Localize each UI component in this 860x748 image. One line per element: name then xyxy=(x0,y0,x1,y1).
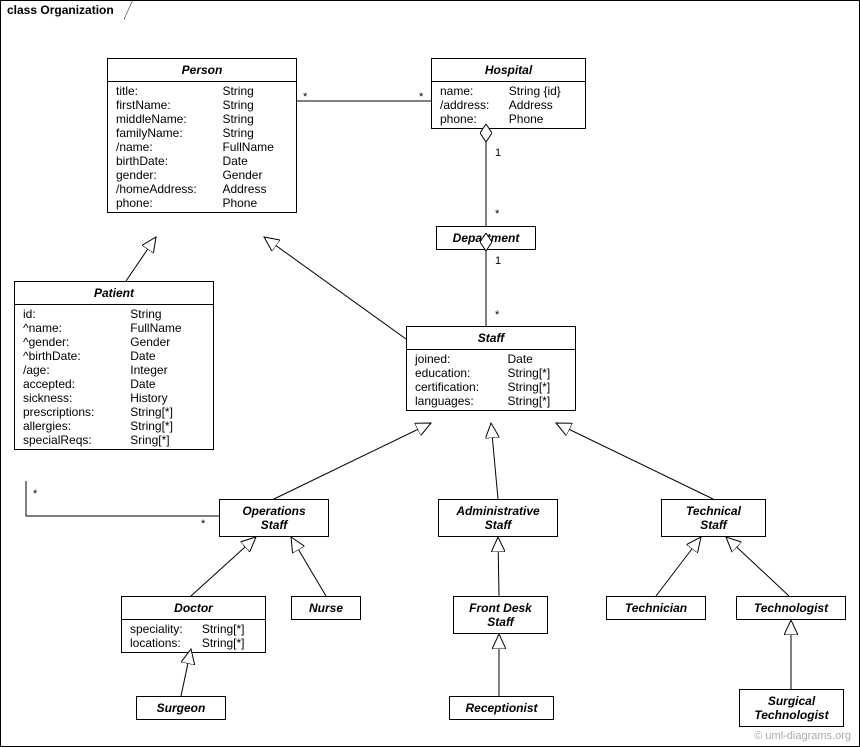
class-receptionist: Receptionist xyxy=(449,696,554,720)
class-title: Operations Staff xyxy=(220,500,328,536)
class-admin-staff: Administrative Staff xyxy=(438,499,558,537)
class-title: Front Desk Staff xyxy=(454,597,547,633)
class-department: Department xyxy=(436,226,536,250)
class-title: Receptionist xyxy=(450,697,553,719)
class-surgeon: Surgeon xyxy=(136,696,226,720)
class-title: Surgeon xyxy=(137,697,225,719)
class-attrs: title:StringfirstName:StringmiddleName:S… xyxy=(108,82,296,212)
class-technologist: Technologist xyxy=(736,596,846,620)
class-title: Nurse xyxy=(292,597,360,619)
class-title: Hospital xyxy=(432,59,585,82)
class-title: Surgical Technologist xyxy=(740,690,843,726)
mult: 1 xyxy=(495,255,501,267)
mult: 1 xyxy=(495,147,501,159)
class-title: Department xyxy=(437,227,535,249)
class-title: Technologist xyxy=(737,597,845,619)
diagram-frame: class Organization Person title:Stringfi… xyxy=(0,0,860,747)
mult: * xyxy=(495,309,499,321)
class-nurse: Nurse xyxy=(291,596,361,620)
class-attrs: id:String^name:FullName^gender:Gender^bi… xyxy=(15,305,213,449)
mult: * xyxy=(33,488,37,500)
class-tech-staff: Technical Staff xyxy=(661,499,766,537)
class-attrs: joined:Dateeducation:String[*]certificat… xyxy=(407,350,575,410)
class-title: Technician xyxy=(607,597,705,619)
class-title: Patient xyxy=(15,282,213,305)
mult: * xyxy=(303,91,307,103)
class-ops-staff: Operations Staff xyxy=(219,499,329,537)
class-technician: Technician xyxy=(606,596,706,620)
mult: * xyxy=(201,518,205,530)
class-attrs: speciality:String[*]locations:String[*] xyxy=(122,620,265,652)
frame-label: class Organization xyxy=(0,0,125,19)
class-front-desk: Front Desk Staff xyxy=(453,596,548,634)
class-title: Technical Staff xyxy=(662,500,765,536)
class-doctor: Doctor speciality:String[*]locations:Str… xyxy=(121,596,266,653)
class-title: Doctor xyxy=(122,597,265,620)
class-title: Administrative Staff xyxy=(439,500,557,536)
watermark: © uml-diagrams.org xyxy=(754,730,851,742)
class-attrs: name:String {id}/address:Addressphone:Ph… xyxy=(432,82,585,128)
class-title: Staff xyxy=(407,327,575,350)
class-person: Person title:StringfirstName:Stringmiddl… xyxy=(107,58,297,213)
class-hospital: Hospital name:String {id}/address:Addres… xyxy=(431,58,586,129)
class-staff: Staff joined:Dateeducation:String[*]cert… xyxy=(406,326,576,411)
class-patient: Patient id:String^name:FullName^gender:G… xyxy=(14,281,214,450)
class-surg-tech: Surgical Technologist xyxy=(739,689,844,727)
mult: * xyxy=(495,208,499,220)
class-title: Person xyxy=(108,59,296,82)
mult: * xyxy=(419,91,423,103)
